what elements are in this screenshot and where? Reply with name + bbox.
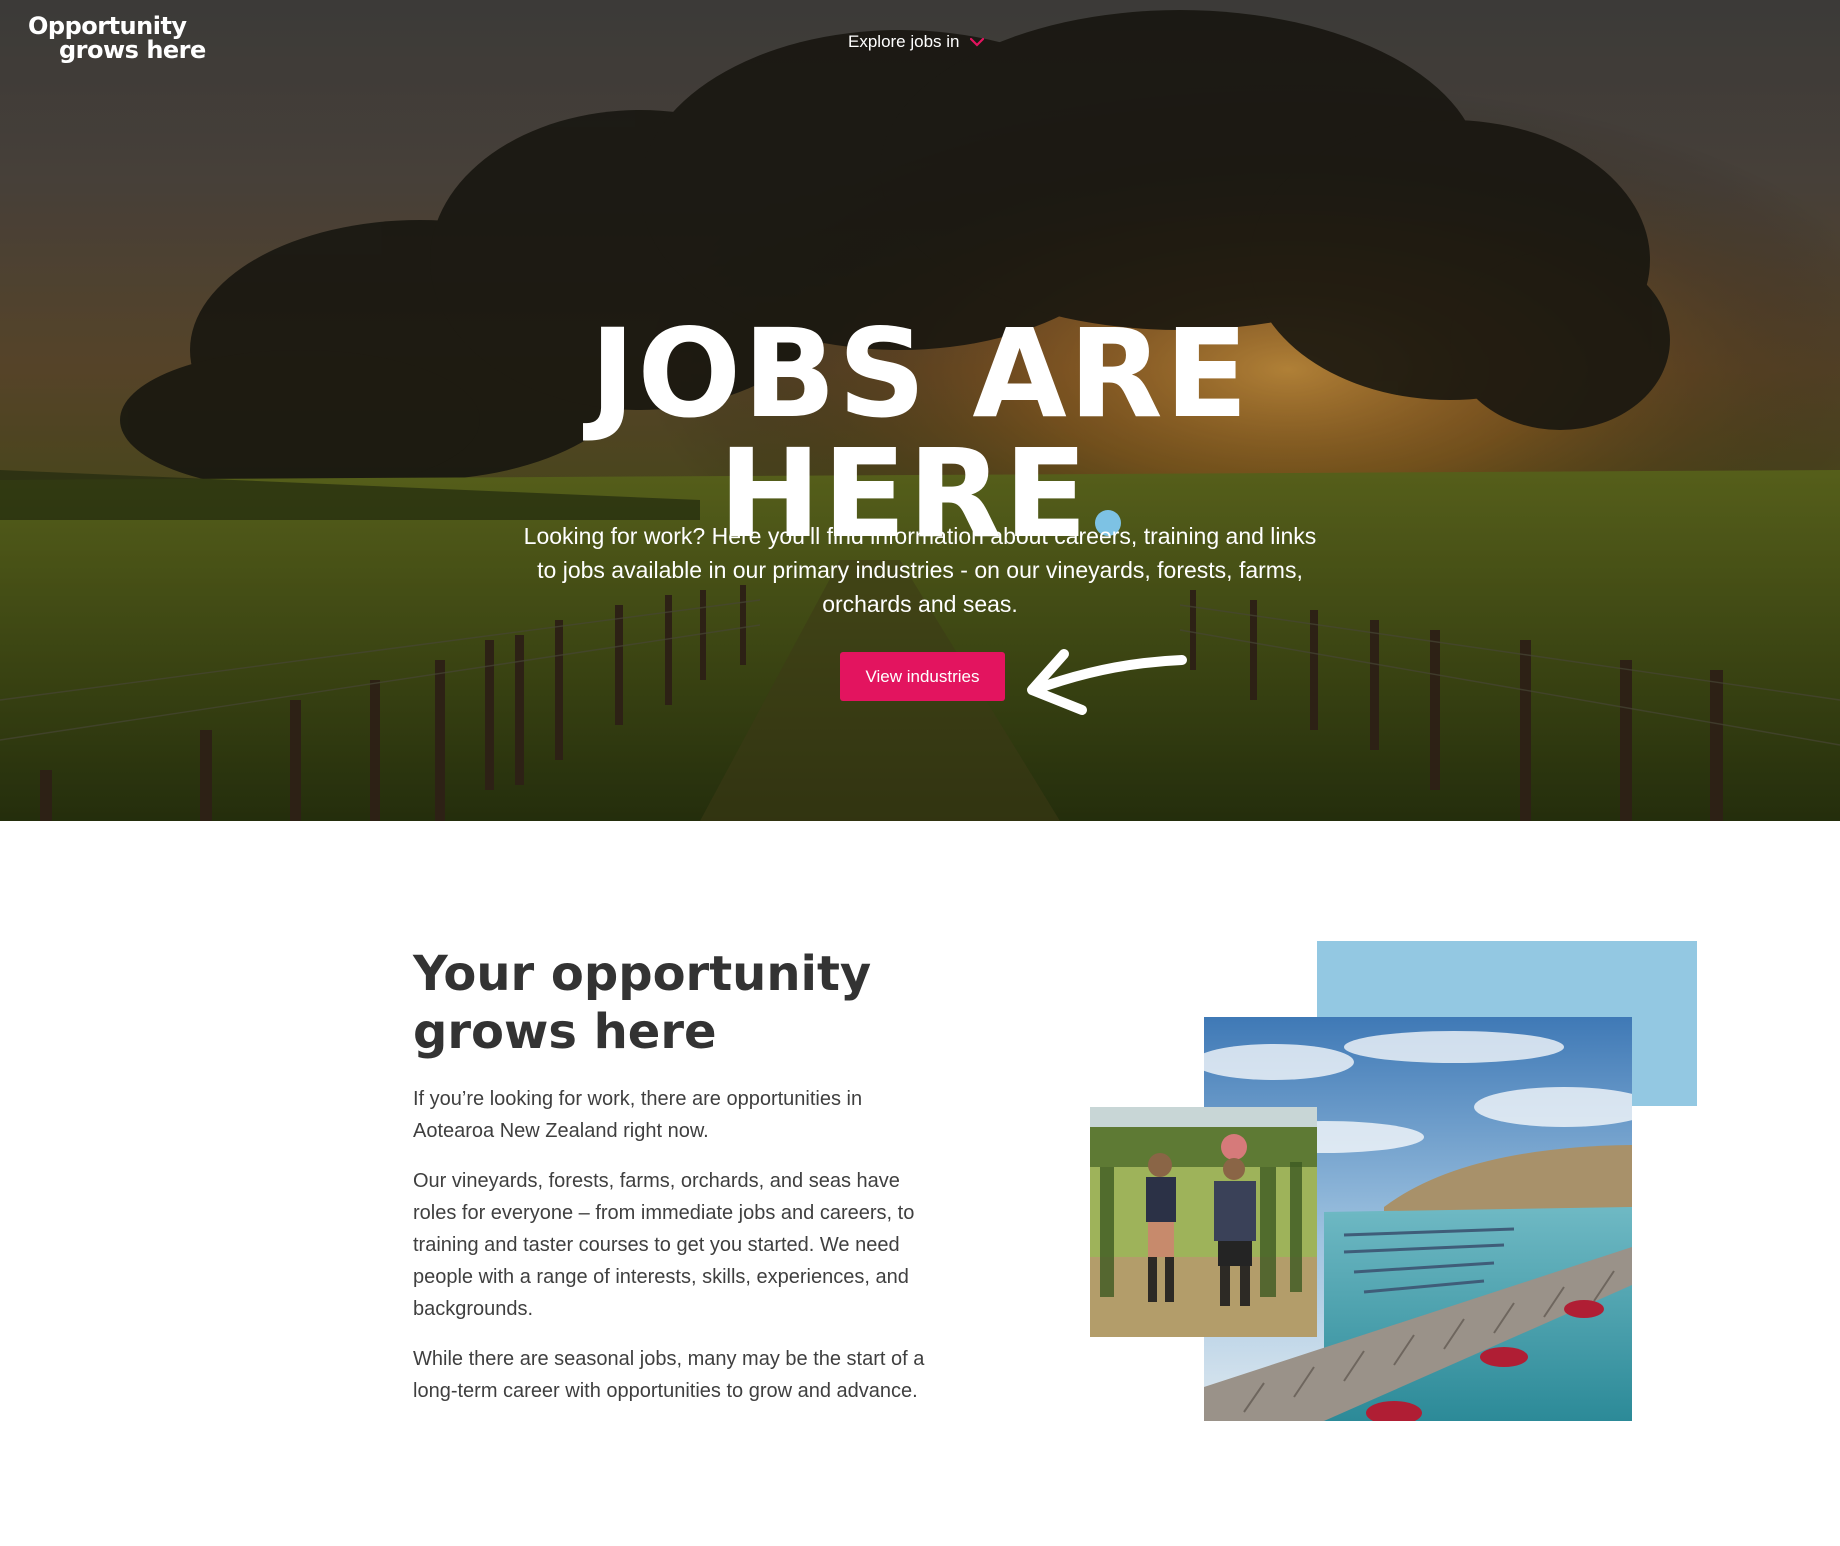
hero-intro-text: Looking for work? Here you’ll find infor…	[523, 523, 1317, 617]
explore-jobs-label: Explore jobs in	[848, 32, 960, 51]
explore-jobs-dropdown[interactable]: Explore jobs in	[848, 32, 984, 52]
section-title: Your opportunity grows here	[413, 946, 872, 1060]
arrow-icon	[1027, 649, 1187, 715]
opportunity-section: Your opportunity grows here If you’re lo…	[0, 821, 1840, 1546]
hero-headline: JOBS ARE HERE	[0, 302, 1840, 555]
hero-section: Opportunity grows here Explore jobs in J…	[0, 0, 1840, 821]
chevron-down-icon	[969, 37, 984, 47]
site-logo[interactable]: Opportunity grows here	[28, 14, 206, 62]
view-industries-button[interactable]: View industries	[840, 652, 1005, 701]
paragraph: If you’re looking for work, there are op…	[413, 1088, 863, 1142]
image-collage	[1090, 941, 1698, 1421]
logo-line-2: grows here	[59, 36, 206, 64]
orchard-family-photo	[1090, 1107, 1317, 1337]
paragraph: Our vineyards, forests, farms, orchards,…	[413, 1170, 915, 1320]
paragraph: While there are seasonal jobs, many may …	[413, 1348, 925, 1402]
section-copy: If you’re looking for work, there are op…	[413, 1083, 933, 1425]
logo-line-1: Opportunity	[28, 12, 187, 40]
headline-line-1: JOBS ARE	[589, 302, 1251, 445]
